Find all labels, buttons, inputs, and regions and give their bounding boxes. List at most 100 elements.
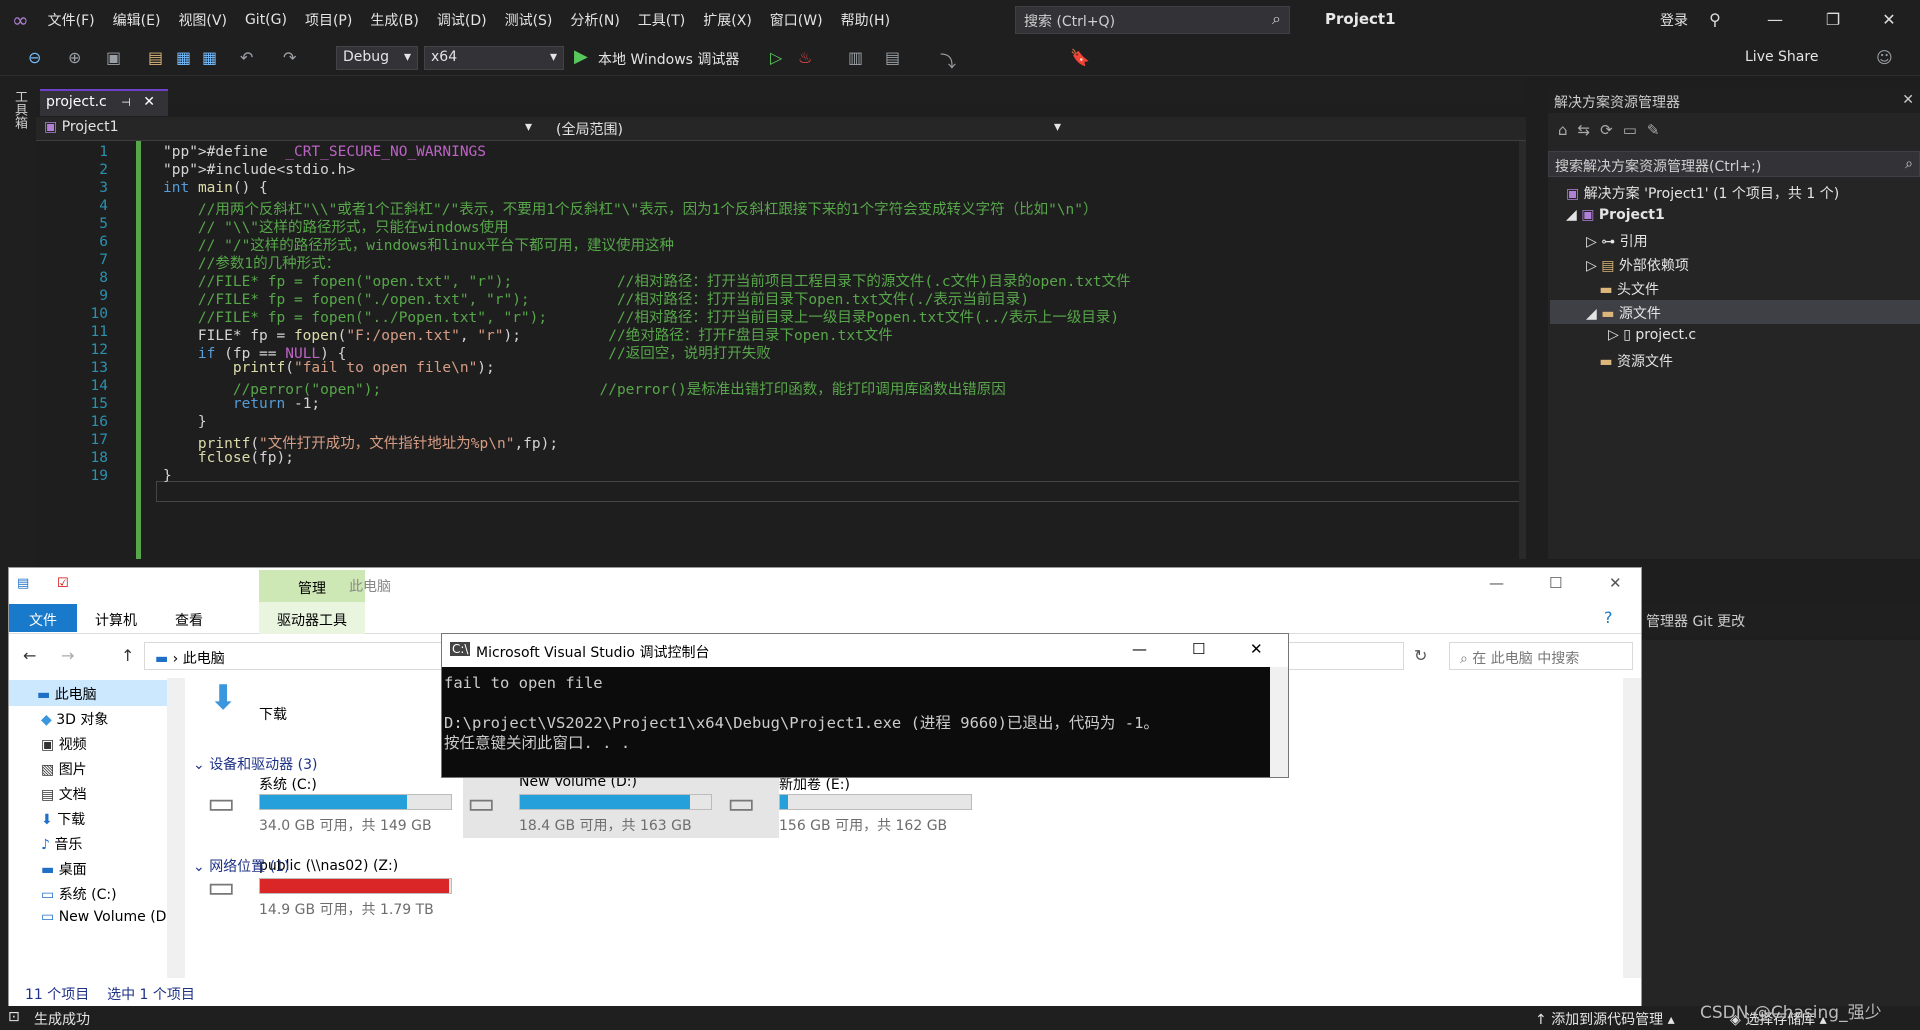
tree-external-deps[interactable]: ▷ ▤ 外部依赖项 bbox=[1586, 255, 1689, 275]
nav-item[interactable]: ▬ 此电脑 bbox=[37, 684, 97, 704]
menu-item[interactable]: 工具(T) bbox=[629, 10, 694, 30]
menu-item[interactable]: 帮助(H) bbox=[832, 10, 899, 30]
drive-name[interactable]: 系统 (C:) bbox=[259, 774, 317, 794]
tab-project-c[interactable]: project.c ⊣ ✕ bbox=[40, 89, 168, 116]
login-button[interactable]: 登录 bbox=[1660, 10, 1688, 30]
nav-item[interactable]: ▭ 系统 (C:) bbox=[41, 884, 117, 904]
help-icon[interactable]: ? bbox=[1604, 608, 1613, 627]
tree-header-files[interactable]: ▬ 头文件 bbox=[1586, 279, 1659, 299]
menu-item[interactable]: 调试(D) bbox=[428, 10, 496, 30]
pin-icon[interactable]: ⊣ bbox=[121, 96, 131, 109]
maximize-icon[interactable]: ☐ bbox=[1192, 640, 1205, 658]
code-line[interactable]: fclose(fp); bbox=[163, 450, 294, 466]
bookmark-icon[interactable]: 🔖 bbox=[1070, 48, 1090, 67]
run-without-debug-icon[interactable]: ▷ bbox=[770, 48, 782, 67]
history-icon[interactable]: ⟳ bbox=[1600, 121, 1623, 139]
home-icon[interactable]: ⌂ bbox=[1558, 121, 1578, 139]
menu-item[interactable]: 窗口(W) bbox=[761, 10, 832, 30]
tree-references[interactable]: ▷ ⊶ 引用 bbox=[1586, 231, 1648, 251]
menu-item[interactable]: 项目(P) bbox=[296, 10, 361, 30]
layout-icon[interactable]: ▤ bbox=[885, 48, 900, 67]
step-icon[interactable]: ⤵ bbox=[940, 48, 956, 72]
back-arrow-icon[interactable]: ← bbox=[23, 646, 36, 665]
menu-item[interactable]: Git(G) bbox=[236, 12, 296, 28]
code-line[interactable]: return -1; bbox=[163, 396, 320, 412]
close-icon[interactable]: ✕ bbox=[1250, 640, 1263, 658]
refresh-icon[interactable]: ↻ bbox=[1414, 646, 1427, 665]
menu-item[interactable]: 测试(S) bbox=[496, 10, 562, 30]
open-icon[interactable]: ▤ bbox=[148, 48, 163, 67]
tree-resource-files[interactable]: ▬ 资源文件 bbox=[1586, 351, 1673, 371]
nav-item[interactable]: ♪ 音乐 bbox=[41, 834, 82, 854]
switch-view-icon[interactable]: ⇆ bbox=[1578, 121, 1601, 139]
tree-source-files[interactable]: ◢ ▬ 源文件 bbox=[1586, 303, 1661, 323]
properties-check-icon[interactable]: ☑ bbox=[57, 576, 69, 591]
nav-item[interactable]: ▣ 视频 bbox=[41, 734, 87, 754]
menu-item[interactable]: 视图(V) bbox=[169, 10, 236, 30]
collapse-all-icon[interactable]: ▭ bbox=[1623, 121, 1647, 139]
up-arrow-icon[interactable]: ↑ bbox=[121, 646, 134, 665]
section-network[interactable]: ⌄ 网络位置 (1) bbox=[193, 856, 289, 876]
ribbon-tab-file[interactable]: 文件 bbox=[9, 604, 77, 632]
ribbon-tab-view[interactable]: 查看 bbox=[175, 610, 203, 630]
nav-item[interactable]: ▭ New Volume (D:) bbox=[41, 909, 177, 925]
nav-item[interactable]: ◆ 3D 对象 bbox=[41, 709, 108, 729]
add-source-control[interactable]: ↑ 添加到源代码管理 ▴ bbox=[1535, 1009, 1675, 1029]
menu-item[interactable]: 分析(N) bbox=[561, 10, 628, 30]
hot-reload-icon[interactable]: ♨ bbox=[798, 48, 812, 67]
platform-select[interactable]: x64 ▾ bbox=[424, 46, 564, 70]
menu-item[interactable]: 扩展(X) bbox=[694, 10, 761, 30]
code-line[interactable]: } bbox=[163, 414, 207, 430]
nav-item[interactable]: ▬ 桌面 bbox=[41, 859, 87, 879]
run-label[interactable]: 本地 Windows 调试器 bbox=[598, 49, 739, 69]
tree-project[interactable]: ◢ ▣ Project1 bbox=[1566, 207, 1665, 223]
toolbox-tab[interactable]: 工具箱 bbox=[10, 90, 29, 129]
minimize-icon[interactable]: — bbox=[1752, 6, 1798, 34]
toolbox-icon[interactable]: ▥ bbox=[848, 48, 863, 67]
feedback-icon[interactable]: ☺ bbox=[1876, 48, 1893, 67]
maximize-icon[interactable]: ☐ bbox=[1549, 574, 1562, 592]
redo-icon[interactable]: ↷ bbox=[283, 48, 296, 67]
save-icon[interactable]: ▦ bbox=[176, 48, 191, 67]
explorer-search-input[interactable]: ⌕ 在 此电脑 中搜索 bbox=[1449, 642, 1633, 670]
nav-item[interactable]: ▤ 文档 bbox=[41, 784, 87, 804]
code-line[interactable]: } bbox=[163, 468, 172, 484]
nav-scrollbar[interactable] bbox=[167, 678, 185, 978]
debug-console-window[interactable]: C:\ Microsoft Visual Studio 调试控制台 — ☐ ✕ … bbox=[441, 633, 1289, 778]
menu-item[interactable]: 生成(B) bbox=[361, 10, 428, 30]
code-line[interactable]: "pp">#include<stdio.h> bbox=[163, 162, 355, 178]
close-icon[interactable]: ✕ bbox=[1902, 92, 1914, 108]
code-line[interactable]: "pp">#define _CRT_SECURE_NO_WARNINGS bbox=[163, 144, 486, 160]
minimize-icon[interactable]: — bbox=[1132, 640, 1147, 658]
menu-item[interactable]: 编辑(E) bbox=[104, 10, 170, 30]
code-line[interactable]: int main() { bbox=[163, 180, 268, 196]
solution-search-input[interactable]: 搜索解决方案资源管理器(Ctrl+;) ⌕ bbox=[1548, 151, 1920, 177]
run-icon[interactable]: ▶ bbox=[574, 46, 588, 67]
code-line[interactable]: printf("fail to open file\n"); bbox=[163, 360, 495, 376]
project-dropdown[interactable]: ▣ Project1 ▾ bbox=[44, 119, 532, 139]
console-scrollbar[interactable] bbox=[1270, 667, 1288, 777]
download-folder-label[interactable]: 下载 bbox=[259, 704, 287, 724]
menu-item[interactable]: 文件(F) bbox=[39, 10, 104, 30]
live-share-button[interactable]: Live Share bbox=[1745, 49, 1818, 65]
save-all-icon[interactable]: ▦ bbox=[202, 48, 217, 67]
search-box[interactable]: 搜索 (Ctrl+Q) ⌕ bbox=[1015, 6, 1290, 34]
person-icon[interactable]: ⚲ bbox=[1692, 6, 1738, 34]
back-icon[interactable]: ⊖ bbox=[28, 48, 41, 67]
section-devices[interactable]: ⌄ 设备和驱动器 (3) bbox=[193, 754, 317, 774]
forward-arrow-icon[interactable]: → bbox=[61, 646, 74, 665]
quick-access-icon[interactable]: ▤ bbox=[17, 576, 29, 591]
nav-item[interactable]: ▧ 图片 bbox=[41, 759, 87, 779]
content-scrollbar[interactable] bbox=[1623, 678, 1641, 978]
config-select[interactable]: Debug ▾ bbox=[336, 46, 418, 70]
properties-icon[interactable]: ✎ bbox=[1647, 121, 1670, 139]
right-panel-tabs[interactable]: 管理器 Git 更改 bbox=[1642, 605, 1920, 635]
new-project-icon[interactable]: ▣ bbox=[106, 48, 121, 67]
undo-icon[interactable]: ↶ bbox=[240, 48, 253, 67]
minimize-icon[interactable]: — bbox=[1489, 574, 1504, 592]
scope-dropdown[interactable]: (全局范围) ▾ bbox=[556, 119, 1061, 139]
close-tab-icon[interactable]: ✕ bbox=[143, 94, 155, 110]
close-icon[interactable]: ✕ bbox=[1609, 574, 1622, 592]
tree-project-c[interactable]: ▷ ▯ project.c bbox=[1608, 327, 1696, 343]
tree-solution[interactable]: ▣ 解决方案 'Project1' (1 个项目，共 1 个) bbox=[1566, 183, 1839, 203]
